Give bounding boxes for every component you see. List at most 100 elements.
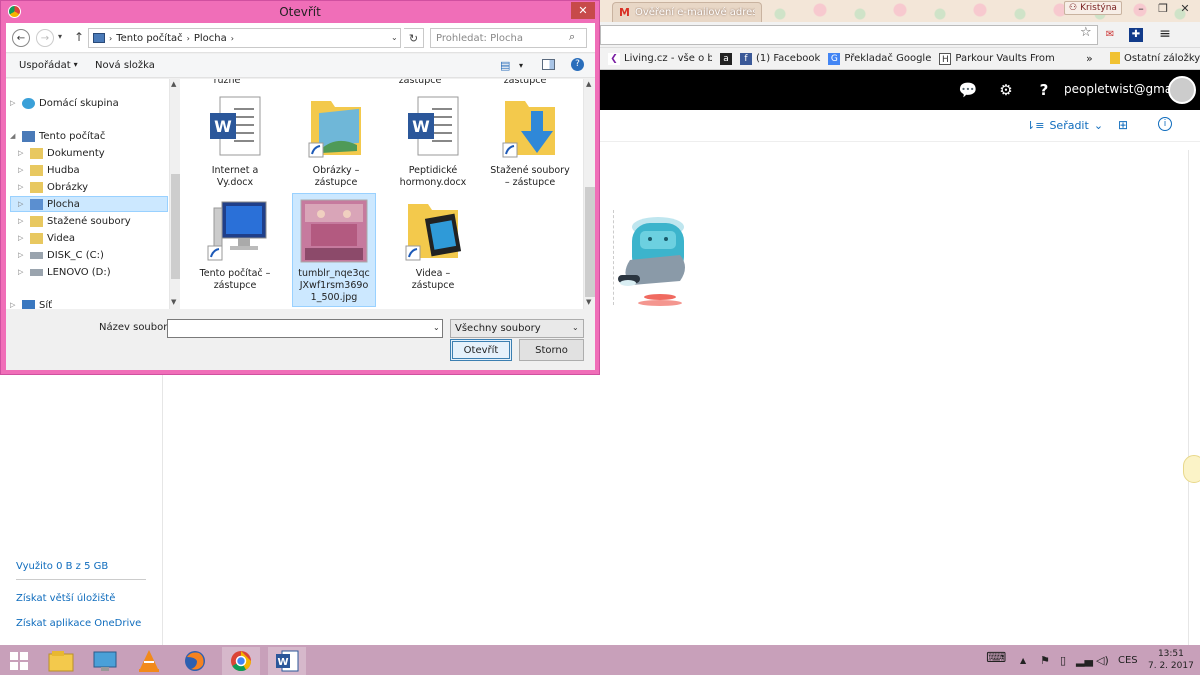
file-item[interactable]: Obrázky – zástupce xyxy=(296,91,376,189)
scroll-up-icon[interactable]: ▲ xyxy=(171,80,176,88)
file-explorer-icon[interactable] xyxy=(42,647,80,675)
network-signal-icon[interactable]: ▂▄ xyxy=(1076,654,1093,667)
control-panel-icon[interactable] xyxy=(86,647,124,675)
get-more-storage-link[interactable]: Získat větší úložiště xyxy=(16,593,115,604)
close-icon[interactable]: ✕ xyxy=(1174,0,1196,16)
browser-tab[interactable]: M Ověření e-mailové adres xyxy=(612,2,762,22)
avatar[interactable] xyxy=(1168,76,1196,104)
system-clock[interactable]: 13:51 7. 2. 2017 xyxy=(1148,648,1194,672)
volume-icon[interactable]: ◁) xyxy=(1096,654,1109,667)
show-hidden-icons[interactable]: ▲ xyxy=(1020,656,1026,665)
file-item[interactable]: Stažené soubory – zástupce xyxy=(487,91,573,189)
tree-scrollbar[interactable]: ▲ ▼ xyxy=(169,79,180,309)
address-breadcrumb[interactable]: › Tento počítač › Plocha › xyxy=(88,28,401,48)
address-bar[interactable] xyxy=(600,25,1098,45)
action-center-icon[interactable]: ⚑ xyxy=(1040,654,1050,667)
file-item[interactable]: W Peptidické hormony.docx xyxy=(389,91,477,189)
battery-icon[interactable]: ▯ xyxy=(1060,654,1066,667)
bookmark-living[interactable]: ❮ Living.cz - vše o bydle xyxy=(608,52,712,65)
preview-pane-icon[interactable] xyxy=(542,59,555,70)
open-button[interactable]: Otevřít xyxy=(450,339,512,361)
refresh-icon[interactable]: ↻ xyxy=(404,28,424,48)
tree-item-desktop[interactable]: ▷ Plocha xyxy=(10,196,168,212)
sort-button[interactable]: ⇂≡ Seřadit ⌄ xyxy=(1026,119,1103,132)
omnibox-row: ☆ ✉ ✚ ≡ xyxy=(600,22,1200,48)
organize-button[interactable]: Uspořádat ▾ xyxy=(19,60,78,71)
breadcrumb-separator: › xyxy=(186,33,190,43)
language-indicator[interactable]: CES xyxy=(1118,655,1138,666)
search-icon[interactable]: ⌕ xyxy=(569,30,575,44)
minimize-icon[interactable]: – xyxy=(1130,0,1152,16)
chevron-down-icon[interactable]: ▾ xyxy=(519,61,523,70)
extension-icon[interactable]: ✉ xyxy=(1103,28,1117,42)
grid-view-icon[interactable]: ⊞ xyxy=(1118,118,1128,132)
scrollbar-thumb[interactable] xyxy=(585,187,595,297)
firefox-icon[interactable] xyxy=(176,647,214,675)
user-email[interactable]: peopletwist@gma... xyxy=(1064,82,1184,96)
feedback-icon[interactable]: 💬 xyxy=(956,80,980,100)
close-icon[interactable]: ✕ xyxy=(571,2,595,19)
search-input[interactable]: Prohledat: Plocha xyxy=(430,28,587,48)
scroll-down-icon[interactable]: ▼ xyxy=(586,298,591,306)
scroll-down-icon[interactable]: ▼ xyxy=(171,298,176,306)
tree-item-this-pc[interactable]: ◢ Tento počítač xyxy=(10,128,105,144)
bookmark-facebook[interactable]: f (1) Facebook xyxy=(740,52,820,65)
tree-item-disk-c[interactable]: ▷ DISK_C (C:) xyxy=(18,247,104,263)
chrome-user-button[interactable]: ⚇ Kristýna xyxy=(1064,1,1122,15)
tree-item-pictures[interactable]: ▷ Obrázky xyxy=(18,179,88,195)
help-icon[interactable]: ? xyxy=(571,58,584,71)
up-arrow-icon[interactable]: ↑ xyxy=(74,30,84,44)
tree-item-homegroup[interactable]: ▷ Domácí skupina xyxy=(10,95,119,111)
storage-usage[interactable]: Využito 0 B z 5 GB xyxy=(16,561,108,572)
chrome-icon[interactable] xyxy=(222,647,260,675)
file-item[interactable]: W Internet a Vy.docx xyxy=(195,91,275,189)
scrollbar[interactable] xyxy=(1188,150,1189,645)
bookmark-translate[interactable]: G Překladač Google xyxy=(828,52,931,65)
tree-item-downloads[interactable]: ▷ Stažené soubory xyxy=(18,213,131,229)
tree-item-network[interactable]: ▷ Síť xyxy=(10,297,52,309)
windows-start-icon[interactable] xyxy=(0,647,38,675)
file-item[interactable]: Tento počítač – zástupce xyxy=(195,194,275,292)
breadcrumb-item[interactable]: Tento počítač xyxy=(116,33,182,44)
forward-arrow-icon[interactable]: → xyxy=(36,29,54,47)
scroll-up-icon[interactable]: ▲ xyxy=(586,80,591,88)
back-arrow-icon[interactable]: ← xyxy=(12,29,30,47)
get-onedrive-apps-link[interactable]: Získat aplikace OneDrive xyxy=(16,618,141,629)
scroll-indicator[interactable] xyxy=(1183,455,1200,483)
menu-icon[interactable]: ≡ xyxy=(1158,27,1172,42)
word-icon[interactable]: W xyxy=(268,647,306,675)
file-list-scrollbar[interactable]: ▲ ▼ xyxy=(583,79,595,309)
chevron-down-icon[interactable]: ⌄ xyxy=(433,323,440,332)
scrollbar-thumb[interactable] xyxy=(171,174,180,279)
uk-flag-icon[interactable]: ✚ xyxy=(1129,28,1143,42)
recent-locations-dropdown[interactable]: ▾ xyxy=(58,32,62,41)
file-item[interactable]: Videa – zástupce xyxy=(393,194,473,292)
tree-item-lenovo-d[interactable]: ▷ LENOVO (D:) xyxy=(18,264,111,280)
filename-input[interactable] xyxy=(167,319,443,338)
chevron-down-icon[interactable]: ⌄ xyxy=(391,33,398,42)
tree-item-videos[interactable]: ▷ Videa xyxy=(18,230,75,246)
svg-text:W: W xyxy=(412,117,430,136)
vlc-icon[interactable] xyxy=(130,647,168,675)
bookmark-label: Parkour Vaults From xyxy=(955,53,1055,64)
bookmark-amazon[interactable]: a xyxy=(720,52,732,65)
gear-icon[interactable]: ⚙ xyxy=(994,80,1018,100)
tree-item-music[interactable]: ▷ Hudba xyxy=(18,162,80,178)
new-folder-button[interactable]: Nová složka xyxy=(95,60,155,71)
info-icon[interactable]: i xyxy=(1158,117,1172,131)
keyboard-icon[interactable]: ⌨ xyxy=(986,650,1006,666)
bookmark-star-icon[interactable]: ☆ xyxy=(1080,25,1092,40)
onedrive-toolbar: ⇂≡ Seřadit ⌄ ⊞ i xyxy=(600,110,1200,142)
help-icon[interactable]: ? xyxy=(1032,80,1056,100)
cancel-button[interactable]: Storno xyxy=(519,339,584,361)
restore-icon[interactable]: ❐ xyxy=(1152,0,1174,16)
other-bookmarks[interactable]: Ostatní záložky xyxy=(1110,52,1200,64)
view-options-icon[interactable]: ▤ xyxy=(500,59,510,72)
chevron-down-icon[interactable]: ⌄ xyxy=(572,323,579,332)
filetype-select[interactable]: Všechny soubory xyxy=(450,319,584,338)
bookmark-parkour[interactable]: H Parkour Vaults From xyxy=(939,52,1055,65)
file-item-selected[interactable]: tumblr_nqe3qcJXwf1rsm369o1_500.jpg xyxy=(292,193,376,307)
breadcrumb-item[interactable]: Plocha xyxy=(194,33,227,44)
tree-item-documents[interactable]: ▷ Dokumenty xyxy=(18,145,105,161)
bookmarks-more[interactable]: » xyxy=(1086,52,1093,65)
